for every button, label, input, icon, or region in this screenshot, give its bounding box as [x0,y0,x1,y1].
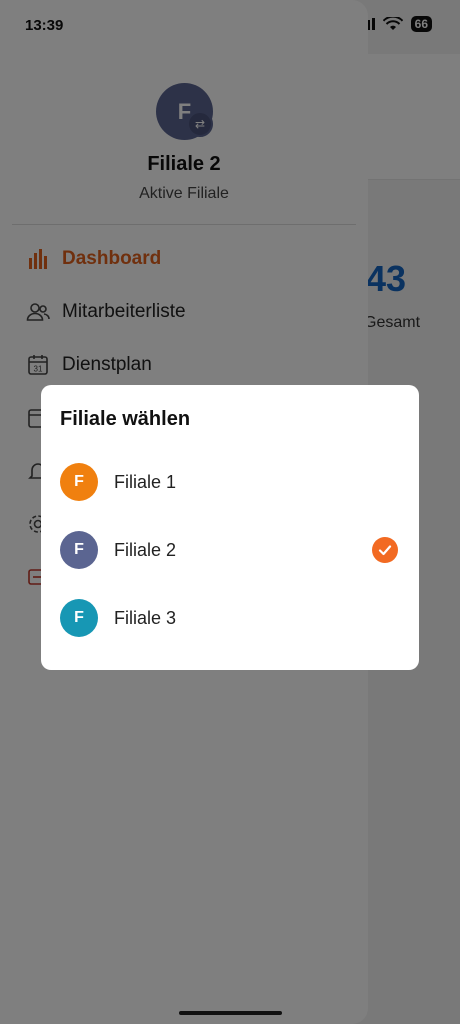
option-avatar: F [60,463,98,501]
option-avatar-letter: F [74,609,84,626]
option-filiale-2[interactable]: F Filiale 2 [41,520,419,580]
option-avatar-letter: F [74,473,84,490]
option-avatar: F [60,531,98,569]
check-icon [372,537,398,563]
option-avatar: F [60,599,98,637]
dialog-title: Filiale wählen [60,408,191,430]
option-filiale-3[interactable]: F Filiale 3 [41,588,419,648]
option-filiale-1[interactable]: F Filiale 1 [41,452,419,512]
option-label: Filiale 1 [114,471,177,492]
option-label: Filiale 3 [114,607,177,628]
option-avatar-letter: F [74,541,84,558]
option-label: Filiale 2 [114,539,177,560]
branch-select-dialog: Filiale wählen F Filiale 1 F Filiale 2 F… [41,385,419,670]
home-indicator [179,1011,282,1015]
